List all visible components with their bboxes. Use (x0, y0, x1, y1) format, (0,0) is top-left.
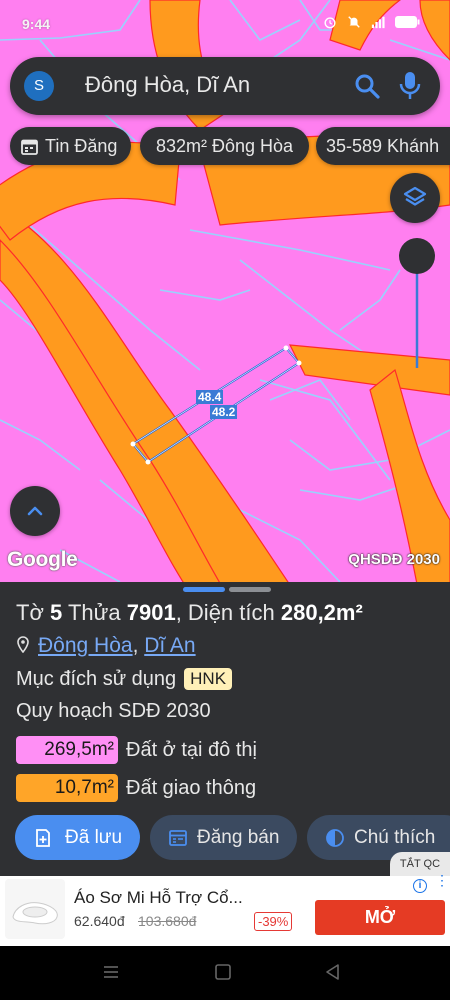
mute-icon (348, 16, 360, 28)
parcel-title: Tờ 5 Thửa 7901, Diện tích 280,2m² (16, 600, 363, 626)
chip-area-label: 832m² Đông Hòa (155, 136, 294, 156)
sell-label: Đăng bán (197, 827, 280, 848)
signal-icon (371, 16, 385, 29)
map-view[interactable]: 9:44 S Đông Hòa, Dĩ An Tin Đăng 832m² Đô… (0, 0, 450, 582)
layers-icon (403, 186, 427, 206)
parcel-location: Đông Hòa, Dĩ An (16, 634, 196, 658)
chip-address-label: 35-589 Khánh (326, 136, 440, 156)
parcel-info-sheet: Tờ 5 Thửa 7901, Diện tích 280,2m² Đông H… (0, 582, 450, 878)
status-icons (322, 15, 420, 29)
page-indicator-active (183, 587, 225, 592)
status-bar: 9:44 (0, 0, 450, 40)
ad-info-icon[interactable]: i (413, 879, 427, 893)
map-layer-label: QHSDĐ 2030 (348, 551, 440, 568)
ad-open-button[interactable]: MỞ (315, 900, 445, 935)
search-bar[interactable]: S Đông Hòa, Dĩ An (10, 57, 440, 115)
ad-banner[interactable]: Áo Sơ Mi Hỗ Trợ Cổ... 62.640đ 103.680đ -… (0, 873, 450, 946)
user-avatar[interactable]: S (24, 71, 54, 101)
land-purpose: Mục đích sử dụng HNK (16, 668, 233, 691)
plot-number: 7901 (126, 600, 176, 625)
city-link[interactable]: Dĩ An (144, 634, 195, 657)
ad-more-icon[interactable]: ⋮ (435, 873, 449, 887)
area-label: , Diện tích (175, 600, 275, 625)
edge-length-label: 48.4 (196, 390, 224, 404)
listing-icon (169, 830, 187, 846)
planning-title: Quy hoạch SDĐ 2030 (16, 700, 211, 722)
saved-label: Đã lưu (65, 827, 123, 848)
ward-link[interactable]: Đông Hòa (38, 634, 133, 657)
post-sale-button[interactable]: Đăng bán (150, 815, 297, 860)
sheet-number: 5 (50, 600, 63, 625)
status-time: 9:44 (22, 16, 51, 32)
sheet-handle[interactable] (183, 587, 271, 592)
system-nav-bar (0, 946, 450, 1000)
add-bookmark-icon (36, 829, 50, 847)
microphone-icon[interactable] (398, 71, 422, 101)
map-pin-handle[interactable] (399, 238, 435, 274)
purpose-label: Mục đích sử dụng (16, 668, 177, 690)
contrast-icon (326, 829, 344, 847)
ad-product-image[interactable] (5, 879, 65, 939)
area-value: 280,2m² (280, 600, 363, 625)
chip-area[interactable]: 832m² Đông Hòa (140, 127, 309, 165)
ad-price: 62.640đ (74, 913, 125, 929)
expand-button[interactable] (10, 486, 60, 536)
calendar-icon (21, 139, 38, 155)
location-pin-icon (17, 636, 29, 653)
google-logo: Google (7, 548, 78, 571)
purpose-badge: HNK (184, 668, 233, 690)
zone-row: 269,5m² Đất ở tại đô thị (16, 736, 257, 764)
plot-label: Thửa (67, 600, 121, 625)
legend-label: Chú thích (354, 827, 436, 848)
chip-listings-label: Tin Đăng (45, 136, 118, 156)
chevron-up-icon (27, 506, 43, 516)
ad-title[interactable]: Áo Sơ Mi Hỗ Trợ Cổ... (74, 888, 243, 908)
home-icon[interactable] (214, 963, 232, 981)
search-icon[interactable] (354, 73, 380, 99)
zone-area: 269,5m² (16, 736, 118, 764)
saved-button[interactable]: Đã lưu (15, 815, 140, 860)
ad-old-price: 103.680đ (138, 913, 197, 929)
search-query[interactable]: Đông Hòa, Dĩ An (85, 72, 250, 98)
battery-icon (395, 16, 420, 28)
back-icon[interactable] (324, 963, 342, 981)
chip-address[interactable]: 35-589 Khánh (316, 127, 450, 165)
zone-label: Đất ở tại đô thị (126, 738, 257, 761)
layers-button[interactable] (390, 173, 440, 223)
edge-length-label: 48.2 (210, 405, 238, 419)
recent-apps-icon[interactable] (102, 963, 120, 981)
page-indicator (229, 587, 271, 592)
zone-area: 10,7m² (16, 774, 118, 802)
zone-label: Đất giao thông (126, 776, 257, 799)
chip-listings[interactable]: Tin Đăng (10, 127, 131, 165)
ad-discount-badge: -39% (254, 912, 293, 931)
zone-row: 10,7m² Đất giao thông (16, 774, 256, 802)
sheet-label: Tờ (16, 600, 44, 625)
alarm-icon (324, 17, 336, 29)
